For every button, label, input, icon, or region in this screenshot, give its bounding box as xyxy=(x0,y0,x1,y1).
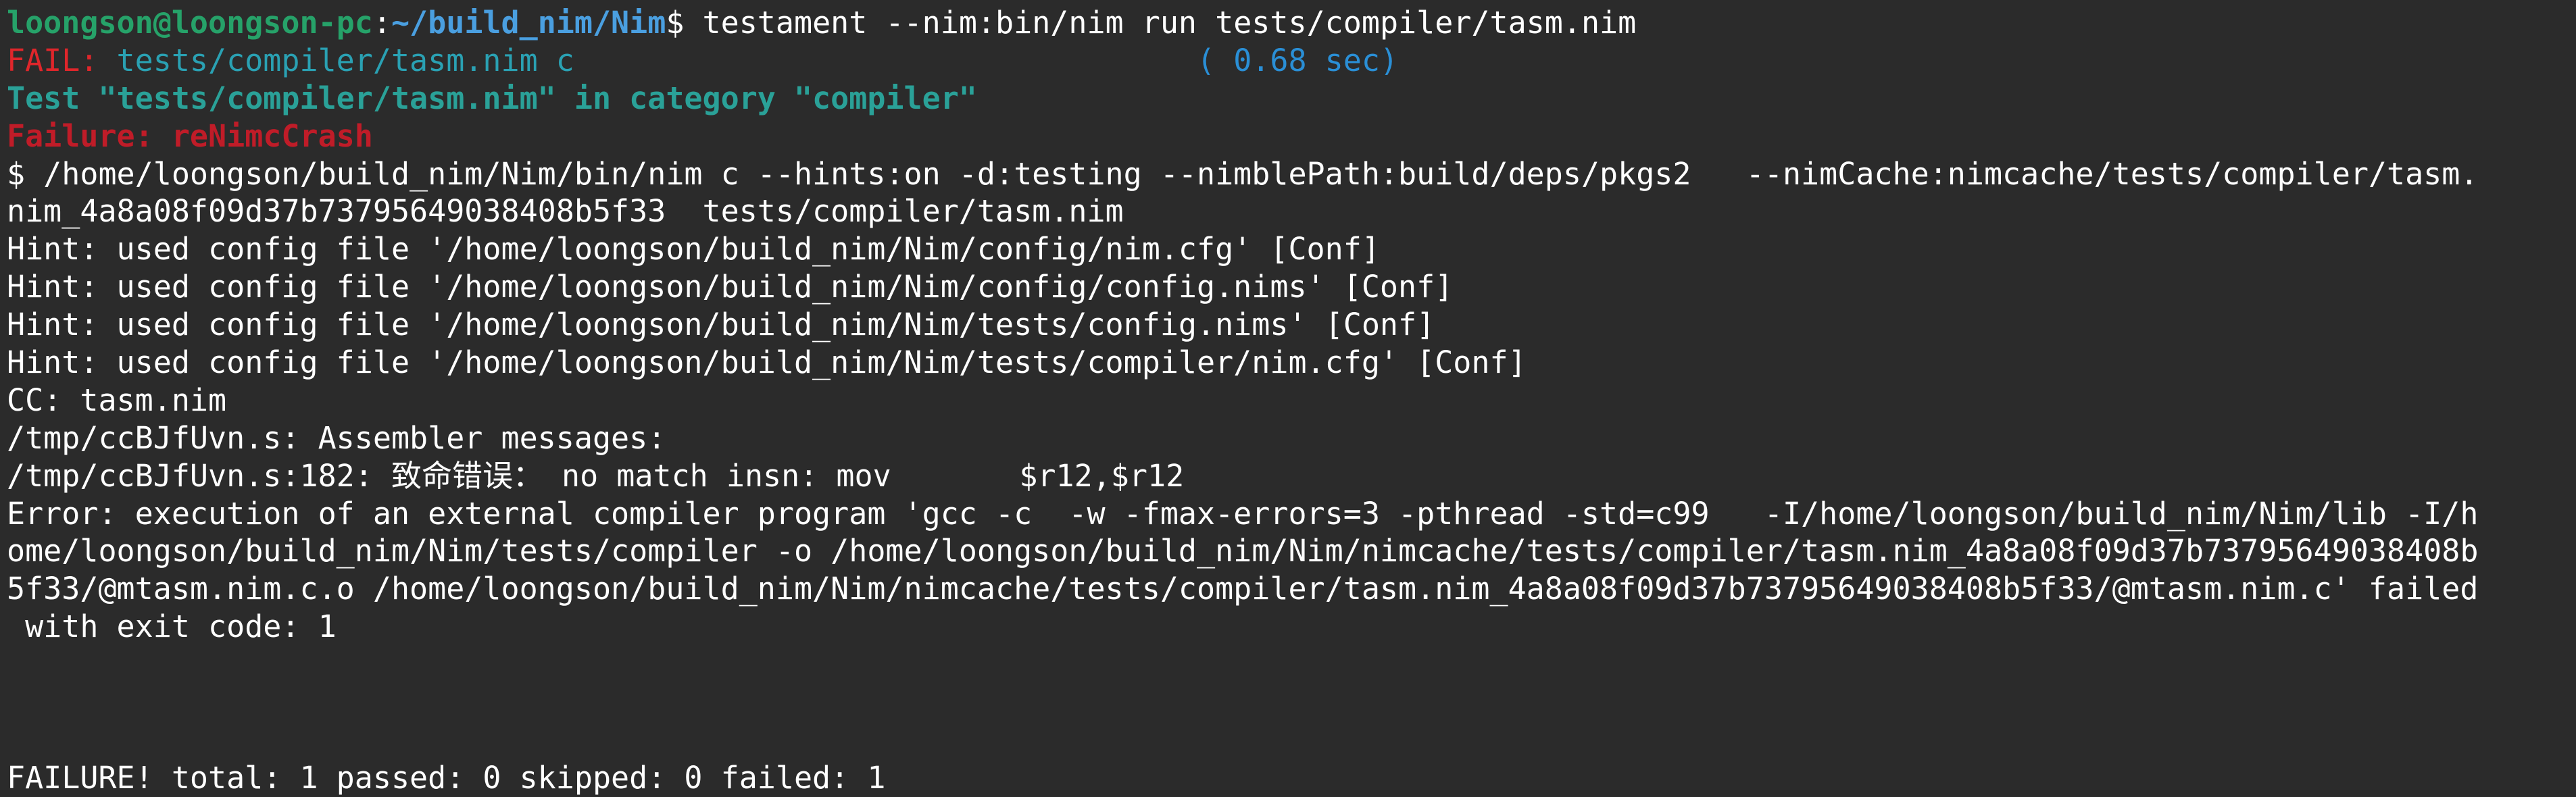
failure-reason-line: Failure: reNimcCrash xyxy=(7,118,373,154)
output-line: Hint: used config file '/home/loongson/b… xyxy=(7,344,1527,381)
output-line: with exit code: 1 xyxy=(7,609,337,645)
output-line: Hint: used config file '/home/loongson/b… xyxy=(7,231,1380,267)
prompt-command: testament --nim:bin/nim run tests/compil… xyxy=(684,5,1637,41)
prompt-symbol: $ xyxy=(666,5,685,41)
test-result-line: FAIL: tests/compiler/tasm.nim c ( 0.68 s… xyxy=(7,42,2576,80)
test-target: tests/compiler/tasm.nim c xyxy=(98,42,574,78)
summary-line: FAILURE! total: 1 passed: 0 skipped: 0 f… xyxy=(7,759,886,796)
output-line: 5f33/@mtasm.nim.c.o /home/loongson/build… xyxy=(7,571,2479,607)
output-line: $ /home/loongson/build_nim/Nim/bin/nim c… xyxy=(7,155,2479,192)
output-line: /tmp/ccBJfUvn.s:182: 致命错误： no match insn… xyxy=(7,457,1185,494)
output-line: Hint: used config file '/home/loongson/b… xyxy=(7,307,1435,343)
shell-prompt-line: loongson@loongson-pc:~/build_nim/Nim$ te… xyxy=(7,4,2576,42)
output-line: Error: execution of an external compiler… xyxy=(7,495,2479,532)
output-line: nim_4a8a08f09d37b73795649038408b5f33 tes… xyxy=(7,193,1124,230)
prompt-user-host: loongson@loongson-pc xyxy=(7,5,373,41)
output-line: CC: tasm.nim xyxy=(7,382,227,418)
fail-status: FAIL: xyxy=(7,42,99,78)
test-category-line: Test "tests/compiler/tasm.nim" in catego… xyxy=(7,80,977,116)
output-line: /tmp/ccBJfUvn.s: Assembler messages: xyxy=(7,419,666,456)
result-gap xyxy=(574,43,1197,78)
terminal-window[interactable]: loongson@loongson-pc:~/build_nim/Nim$ te… xyxy=(0,0,2576,796)
prompt-separator: : xyxy=(372,5,391,41)
test-duration: ( 0.68 sec) xyxy=(1197,42,1399,78)
output-line: Hint: used config file '/home/loongson/b… xyxy=(7,269,1454,305)
output-line: ome/loongson/build_nim/Nim/tests/compile… xyxy=(7,533,2479,569)
prompt-cwd: ~/build_nim/Nim xyxy=(391,5,666,41)
